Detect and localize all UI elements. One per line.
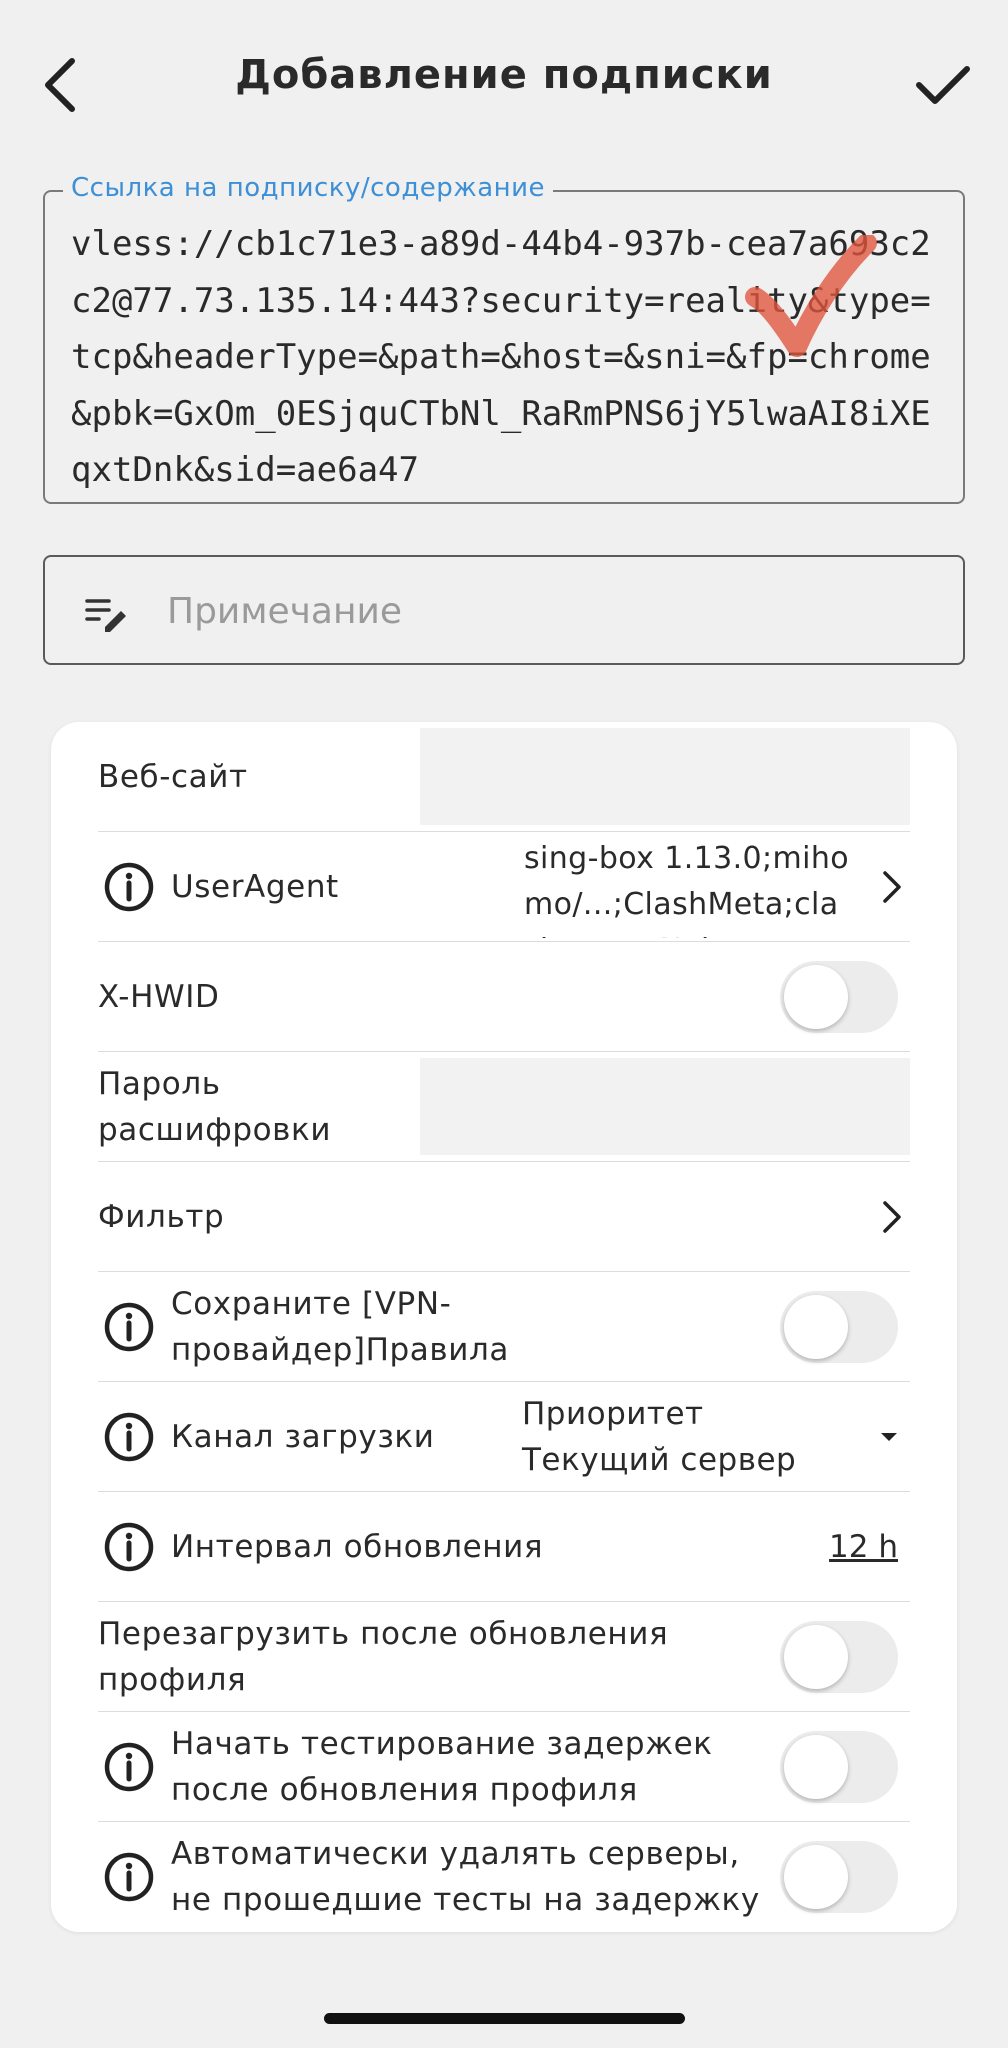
reload-after-update-label: Перезагрузить после обновления профиля: [98, 1615, 669, 1698]
website-input[interactable]: [420, 728, 910, 825]
latency-test-row: Начать тестирование задержек после обнов…: [98, 1712, 910, 1822]
confirm-button[interactable]: [908, 45, 978, 125]
reload-after-update-row: Перезагрузить после обновления профиля: [98, 1602, 910, 1712]
user-agent-row[interactable]: UserAgent sing-box 1.13.0;mihomo/...;Cla…: [98, 832, 910, 942]
chevron-right-icon: [883, 1200, 901, 1233]
website-row: Веб-сайт: [98, 722, 910, 832]
check-icon: [916, 66, 970, 104]
page-title: Добавление подписки: [235, 52, 773, 98]
subscription-url-value[interactable]: vless://cb1c71e3-a89d-44b4-937b-cea7a693…: [71, 216, 951, 498]
info-icon[interactable]: [103, 1741, 155, 1793]
reload-after-update-toggle[interactable]: [780, 1620, 898, 1693]
toggle-knob: [784, 1734, 848, 1799]
auto-remove-row: Автоматически удалять серверы, не прошед…: [98, 1822, 910, 1932]
hwid-label: X-HWID: [98, 978, 220, 1015]
download-channel-row[interactable]: Канал загрузки Приоритет Текущий сервер: [98, 1382, 910, 1492]
note-field[interactable]: [43, 555, 965, 665]
decrypt-password-input[interactable]: [420, 1058, 910, 1155]
decrypt-password-row: Пароль расшифровки: [98, 1052, 910, 1162]
hwid-toggle[interactable]: [780, 960, 898, 1033]
info-icon[interactable]: [103, 1521, 155, 1573]
latency-test-label: Начать тестирование задержек после обнов…: [171, 1725, 713, 1808]
edit-note-icon: [85, 599, 126, 632]
website-label: Веб-сайт: [98, 758, 248, 795]
auto-remove-label: Автоматически удалять серверы, не прошед…: [171, 1836, 760, 1918]
home-indicator[interactable]: [324, 2013, 685, 2024]
update-interval-label: Интервал обновления: [171, 1528, 544, 1565]
chevron-right-icon: [883, 870, 901, 903]
latency-test-toggle[interactable]: [780, 1730, 898, 1803]
dropdown-arrow-icon: [881, 1432, 897, 1441]
note-input[interactable]: [165, 577, 939, 645]
info-icon[interactable]: [103, 1851, 155, 1903]
subscription-url-field[interactable]: Ссылка на подписку/содержание vless://cb…: [43, 173, 965, 504]
update-interval-row: Интервал обновления 12 h: [98, 1492, 910, 1602]
app-header: Добавление подписки: [0, 0, 1008, 170]
toggle-knob: [784, 1845, 848, 1909]
toggle-knob: [784, 1294, 848, 1359]
toggle-knob: [784, 1624, 848, 1689]
save-rules-toggle[interactable]: [780, 1290, 898, 1363]
auto-remove-toggle[interactable]: [780, 1841, 898, 1913]
user-agent-label: UserAgent: [171, 868, 339, 905]
info-icon[interactable]: [103, 1301, 155, 1353]
info-icon[interactable]: [103, 861, 155, 913]
save-rules-row: Сохраните [VPN-провайдер]Правила: [98, 1272, 910, 1382]
user-agent-value: sing-box 1.13.0;mihomo/...;ClashMeta;cla…: [524, 841, 850, 938]
filter-row[interactable]: Фильтр: [98, 1162, 910, 1272]
update-interval-value[interactable]: 12 h: [829, 1529, 898, 1565]
info-icon[interactable]: [103, 1411, 155, 1463]
subscription-url-legend: Ссылка на подписку/содержание: [63, 173, 554, 203]
hwid-row: X-HWID: [98, 942, 910, 1052]
download-channel-label: Канал загрузки: [171, 1418, 435, 1455]
download-channel-select[interactable]: Приоритет Текущий сервер: [522, 1391, 850, 1483]
decrypt-password-label: Пароль расшифровки: [98, 1065, 332, 1148]
filter-label: Фильтр: [98, 1198, 225, 1235]
settings-card: Веб-сайт UserAgent sing-box 1.13.0;mihom…: [51, 722, 957, 1932]
toggle-knob: [784, 964, 848, 1029]
save-rules-label: Сохраните [VPN-провайдер]Правила: [171, 1285, 510, 1368]
